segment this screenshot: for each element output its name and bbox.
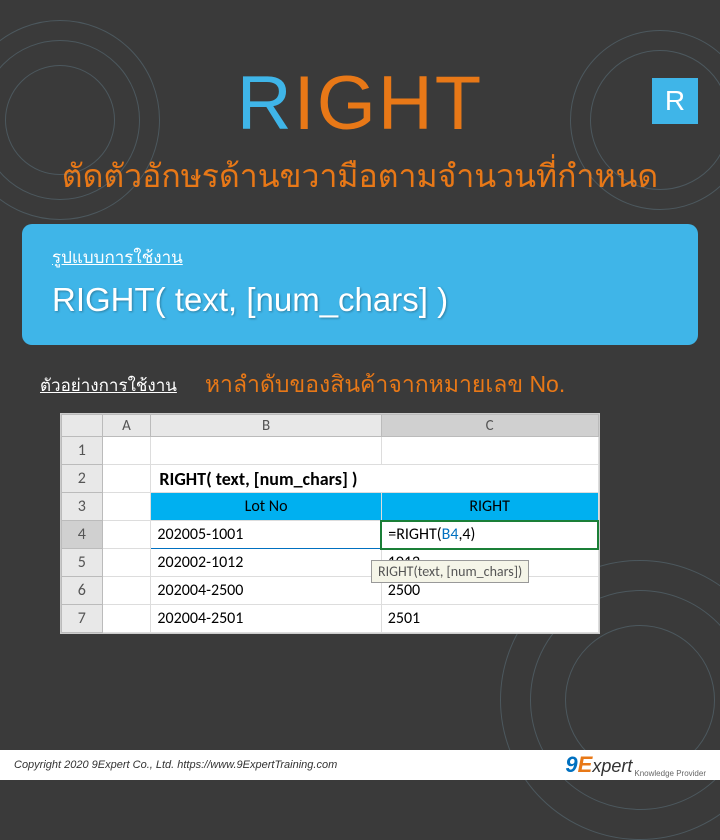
table-row: 2 RIGHT( text, [num_chars] ) [62, 465, 599, 493]
table-row: 7 202004-2501 2501 [62, 605, 599, 633]
row-header[interactable]: 4 [62, 521, 103, 549]
row-header[interactable]: 7 [62, 605, 103, 633]
cell[interactable] [102, 549, 151, 577]
table-header-lotno[interactable]: Lot No [151, 493, 381, 521]
row-header[interactable]: 2 [62, 465, 103, 493]
cell[interactable] [102, 465, 151, 493]
col-header-row: A B C [62, 415, 599, 437]
footer: Copyright 2020 9Expert Co., Ltd. https:/… [0, 750, 720, 780]
col-header-b[interactable]: B [151, 415, 381, 437]
syntax-label: รูปแบบการใช้งาน [52, 244, 668, 271]
syntax-text: RIGHT( text, [num_chars] ) [52, 281, 668, 319]
row-header[interactable]: 5 [62, 549, 103, 577]
cell-lotno[interactable]: 202004-2500 [151, 577, 381, 605]
function-badge: R [652, 78, 698, 124]
cell-lotno[interactable]: 202002-1012 [151, 549, 381, 577]
col-header-a[interactable]: A [102, 415, 151, 437]
cell-result[interactable]: 2501 [381, 605, 598, 633]
example-label: ตัวอย่างการใช้งาน [40, 372, 177, 399]
title-rest: IGHT [294, 61, 484, 146]
sheet-title-cell[interactable]: RIGHT( text, [num_chars] ) [151, 465, 598, 493]
example-description: หาลำดับของสินค้าจากหมายเลข No. [205, 367, 565, 403]
cell[interactable] [151, 437, 381, 465]
page-title: RIGHT [0, 60, 720, 147]
cell[interactable] [102, 493, 151, 521]
active-formula-cell[interactable]: =RIGHT(B4,4) [381, 521, 598, 549]
table-row: 4 202005-1001 =RIGHT(B4,4) [62, 521, 599, 549]
formula-tooltip: RIGHT(text, [num_chars]) [371, 560, 529, 583]
table-header-right[interactable]: RIGHT [381, 493, 598, 521]
col-header-c[interactable]: C [381, 415, 598, 437]
cell-lotno[interactable]: 202005-1001 [151, 521, 381, 549]
cell-lotno[interactable]: 202004-2501 [151, 605, 381, 633]
row-header[interactable]: 3 [62, 493, 103, 521]
table-row: 1 [62, 437, 599, 465]
cell[interactable] [102, 577, 151, 605]
footer-logo: 9Expert Knowledge Provider [565, 752, 706, 778]
table-row: 3 Lot No RIGHT [62, 493, 599, 521]
cell[interactable] [102, 437, 151, 465]
cell[interactable] [102, 521, 151, 549]
example-header: ตัวอย่างการใช้งาน หาลำดับของสินค้าจากหมา… [40, 367, 690, 403]
cell[interactable] [381, 437, 598, 465]
title-first-letter: R [237, 61, 294, 146]
copyright-text: Copyright 2020 9Expert Co., Ltd. https:/… [14, 759, 337, 771]
row-header[interactable]: 6 [62, 577, 103, 605]
cell[interactable] [102, 605, 151, 633]
select-all-corner[interactable] [62, 415, 103, 437]
row-header[interactable]: 1 [62, 437, 103, 465]
excel-screenshot: A B C 1 2 RIGHT( text, [num_chars] ) 3 L… [60, 413, 600, 634]
syntax-box: รูปแบบการใช้งาน RIGHT( text, [num_chars]… [22, 224, 698, 345]
page-subtitle: ตัดตัวอักษรด้านขวามือตามจำนวนที่กำหนด [0, 151, 720, 202]
